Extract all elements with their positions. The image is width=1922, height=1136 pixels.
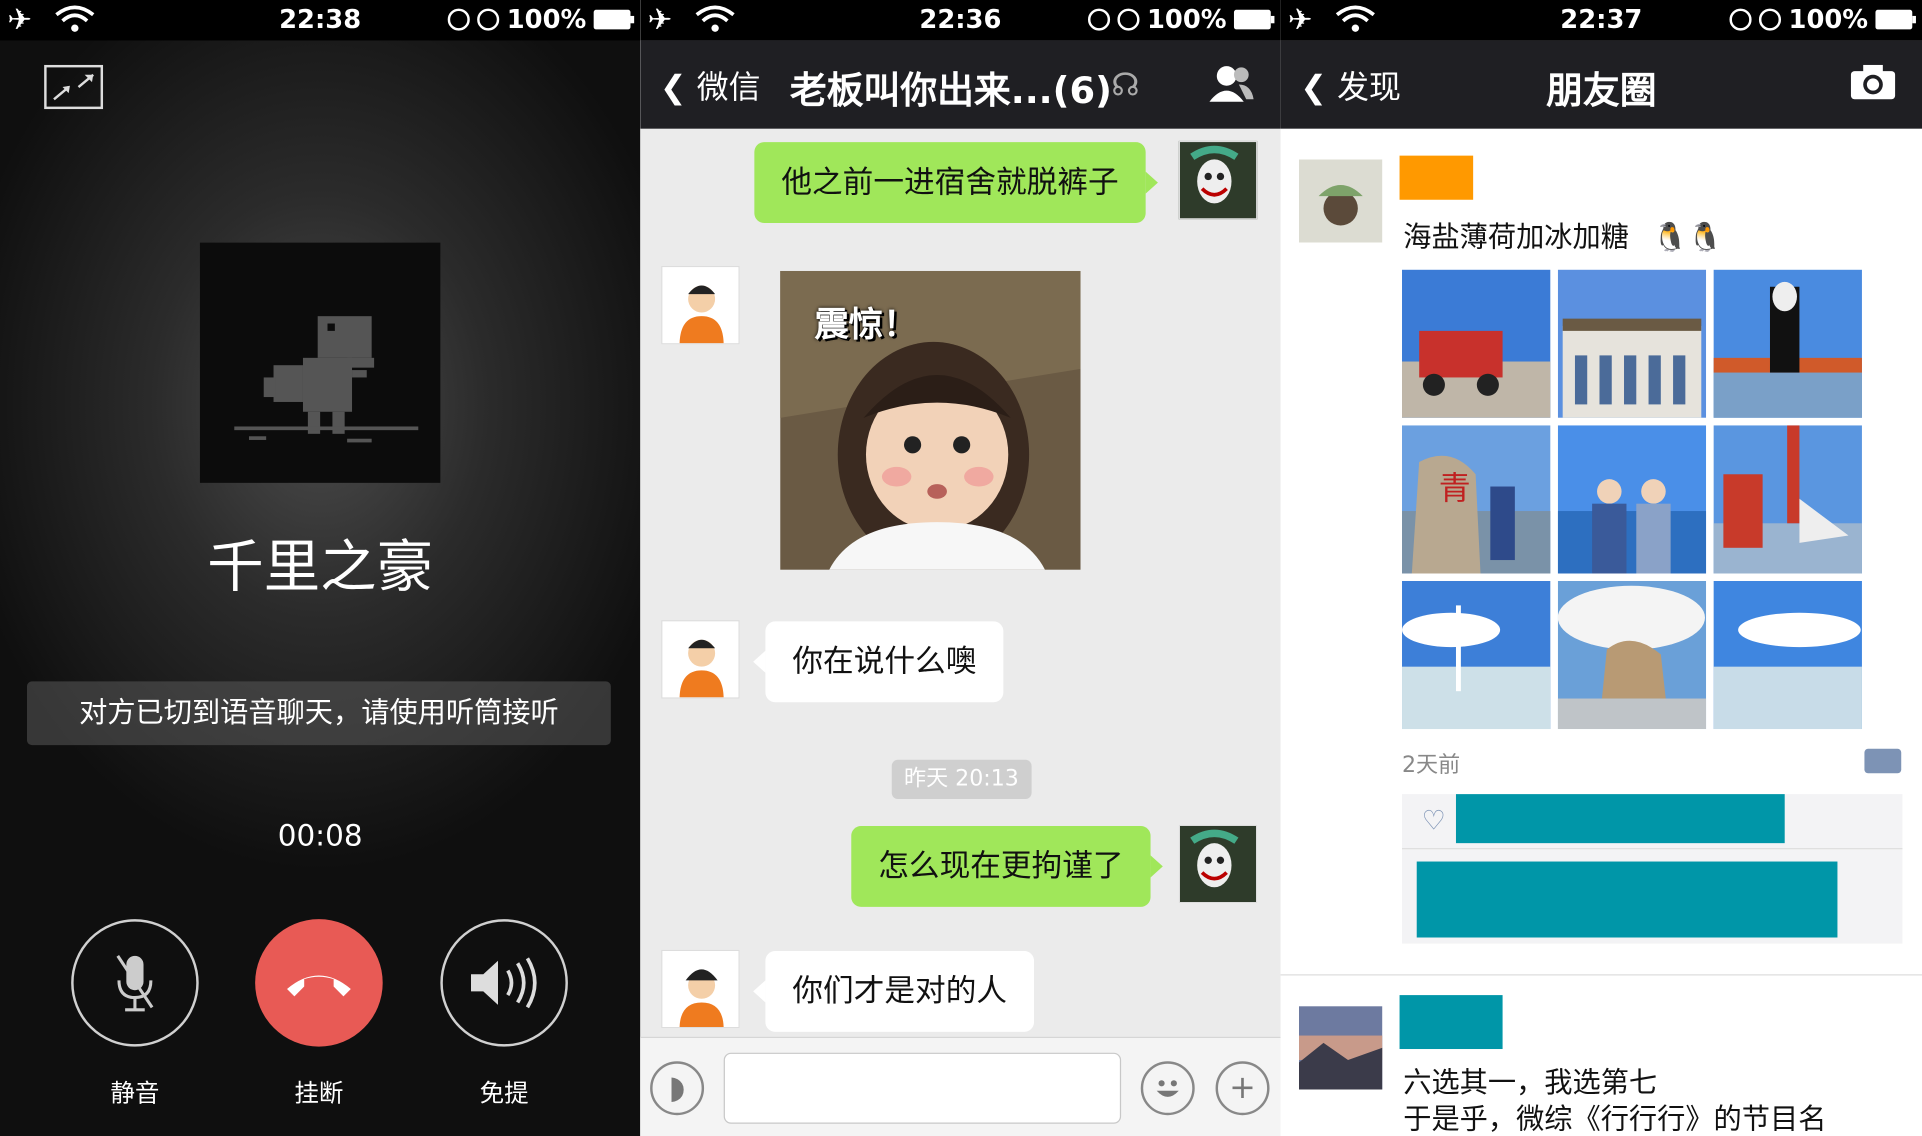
speaker-button[interactable] [440, 919, 568, 1047]
battery-percent: 100% [1788, 4, 1869, 35]
back-button[interactable]: ❮ 微信 [660, 63, 761, 108]
earpiece-icon: ☊ [1111, 67, 1140, 105]
chat-input-bar: ◗ + [640, 1036, 1281, 1136]
status-right: 100% [1088, 4, 1275, 35]
call-duration: 00:08 [277, 818, 363, 853]
speaker-icon [471, 957, 537, 1009]
svg-text:青: 青 [1439, 469, 1471, 507]
redacted-username [1399, 995, 1503, 1050]
likes-comments-box: ♡ [1402, 794, 1903, 944]
status-right: 100% [1729, 4, 1916, 35]
hangup-label: 挂断 [294, 1078, 344, 1108]
mute-label: 静音 [110, 1078, 160, 1108]
my-avatar[interactable] [1178, 140, 1258, 220]
photo-thumbnail[interactable] [1713, 580, 1862, 730]
poster-avatar[interactable] [1298, 1006, 1383, 1090]
moments-navbar: ❮ 发现 朋友圈 [1280, 40, 1922, 129]
post2-line1: 六选其一，我选第七 [1403, 1067, 1658, 1100]
comment-icon[interactable] [1864, 748, 1902, 774]
rotation-lock-icon [447, 8, 470, 31]
alarm-icon [1759, 8, 1782, 31]
dino-avatar [199, 242, 441, 483]
mute-button[interactable] [71, 919, 199, 1047]
poster-avatar[interactable] [1298, 159, 1383, 243]
battery-percent: 100% [506, 4, 587, 35]
alarm-icon [1117, 8, 1140, 31]
battery-icon [1875, 9, 1916, 30]
chat-bubble-4: 怎么现在更拘谨了 [851, 825, 1163, 907]
chat-bubble-5: 你们才是对的人 [753, 950, 1035, 1032]
minimize-icon[interactable] [44, 64, 104, 110]
group-members-icon[interactable] [1207, 63, 1254, 110]
photo-thumbnail[interactable] [1557, 580, 1707, 730]
chat-image-sticker[interactable]: 震惊！ [780, 270, 1081, 570]
member-avatar[interactable] [661, 620, 740, 699]
alarm-icon [477, 8, 500, 31]
photo-thumbnail[interactable]: 青 [1402, 425, 1551, 574]
hangup-icon [287, 975, 351, 997]
photo-thumbnail[interactable] [1713, 425, 1862, 574]
post-text: 海盐薄荷加冰加糖 🐧🐧 [1403, 213, 1723, 255]
moments-title: 朋友圈 [1546, 69, 1657, 113]
mic-off-icon [116, 955, 154, 1012]
member-avatar[interactable] [661, 265, 740, 345]
chat-bubble-1: 他之前一进宿舍就脱裤子 [754, 142, 1158, 224]
rotation-lock-icon [1729, 8, 1752, 31]
emoji-icon[interactable] [1140, 1061, 1195, 1116]
my-avatar[interactable] [1178, 824, 1258, 904]
photo-thumbnail[interactable] [1557, 269, 1707, 418]
chat-bubble-3: 你在说什么噢 [753, 621, 1004, 703]
hangup-button[interactable] [255, 919, 383, 1047]
post-text-content: 海盐薄荷加冰加糖 [1403, 221, 1629, 254]
battery-icon [1233, 9, 1275, 30]
caller-name: 千里之豪 [207, 533, 433, 600]
redacted-username [1399, 155, 1474, 200]
battery-icon [593, 9, 635, 30]
chat-timestamp: 昨天 20:13 [891, 759, 1032, 800]
battery-percent: 100% [1147, 4, 1227, 35]
chat-navbar: ❮ 微信 老板叫你出来...(6) ☊ [640, 40, 1281, 129]
post-time: 2天前 [1402, 752, 1461, 779]
call-notice: 对方已切到语音聊天，请使用听筒接听 [26, 681, 611, 746]
likes-divider [1402, 848, 1903, 850]
rotation-lock-icon [1088, 8, 1111, 31]
redacted-comments [1416, 861, 1838, 938]
photo-thumbnail[interactable] [1557, 425, 1707, 574]
status-bar: ✈ 22:37 100% [1280, 0, 1922, 41]
plus-icon[interactable]: + [1215, 1061, 1270, 1116]
voice-input-icon[interactable]: ◗ [650, 1061, 705, 1116]
photo-grid: 青 [1402, 269, 1863, 731]
camera-icon[interactable] [1848, 63, 1897, 107]
sticker-caption: 震惊！ [814, 303, 918, 345]
status-bar: ✈ 22:36 100% [640, 0, 1281, 41]
speaker-label: 免提 [479, 1078, 529, 1108]
photo-thumbnail[interactable] [1402, 269, 1551, 418]
call-screen: ✈ 22:38 100% 千里之豪 对方已切到语音聊天，请使用听筒接听 00:0… [0, 0, 641, 1136]
post-divider [1280, 974, 1922, 976]
chat-title: 老板叫你出来...(6) [789, 69, 1112, 113]
redacted-likes [1455, 794, 1785, 844]
photo-thumbnail[interactable] [1713, 269, 1862, 418]
member-avatar[interactable] [661, 949, 740, 1029]
photo-thumbnail[interactable] [1402, 580, 1551, 730]
chevron-left-icon: ❮ [659, 69, 687, 107]
status-bar: ✈ 22:38 100% [0, 0, 641, 41]
heart-icon: ♡ [1421, 806, 1446, 838]
back-label: 微信 [696, 69, 761, 107]
post2-line2: 于是乎，微综《行行行》的节目名 [1403, 1104, 1827, 1136]
screenshot-collage: ✈ 22:38 100% 千里之豪 对方已切到语音聊天，请使用听筒接听 00:0… [0, 0, 1922, 1136]
penguin-emoji-icon: 🐧🐧 [1652, 221, 1723, 254]
status-right: 100% [447, 4, 635, 35]
message-input[interactable] [723, 1052, 1122, 1124]
